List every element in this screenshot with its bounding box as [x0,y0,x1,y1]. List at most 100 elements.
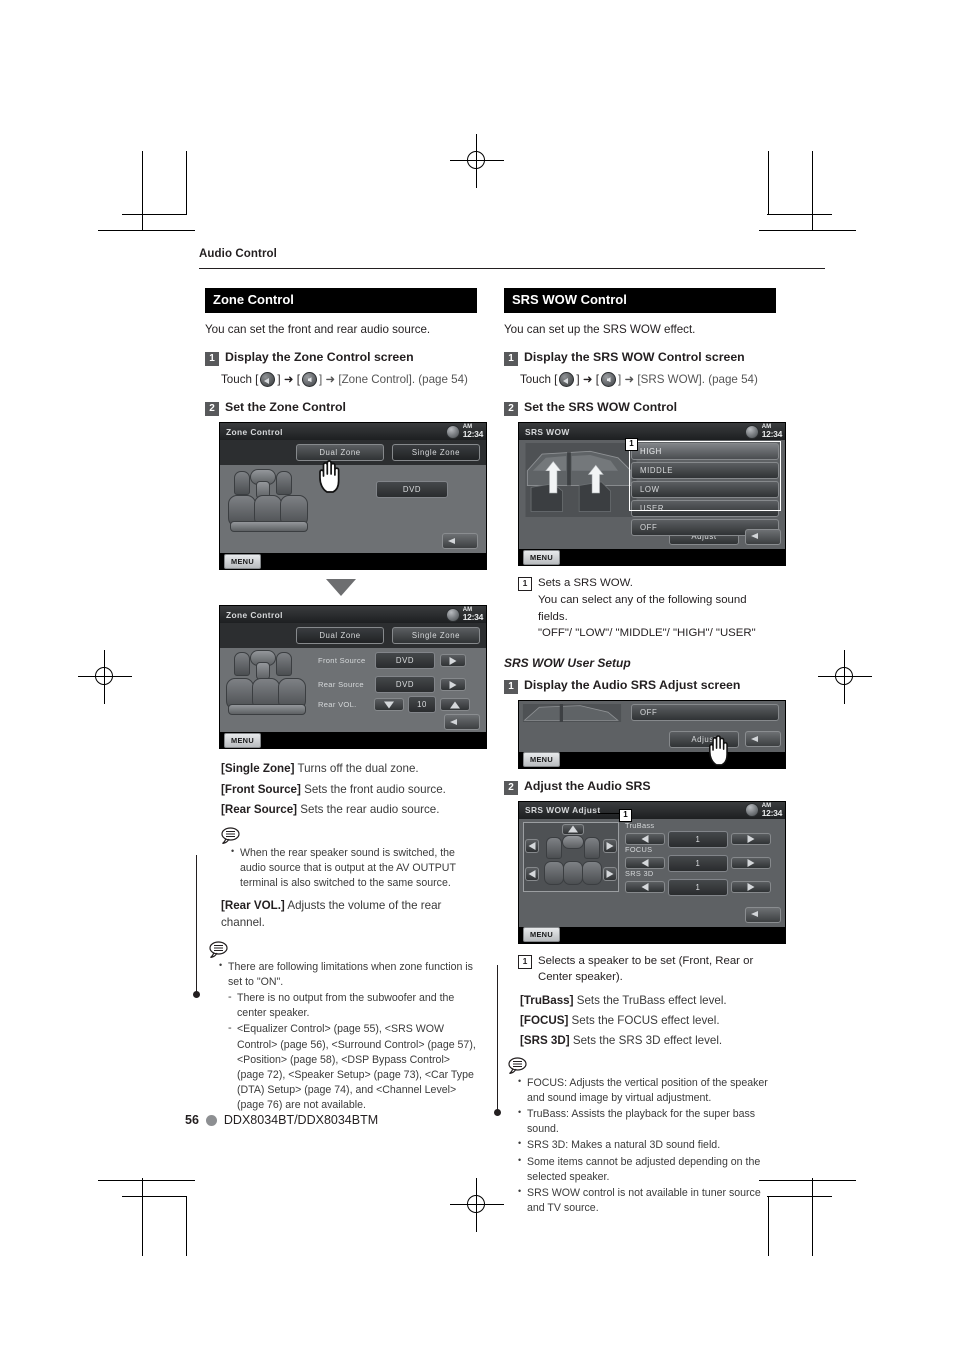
back-button[interactable] [745,906,781,923]
note-bubble-icon [209,941,228,958]
screen-title: Zone Control [226,609,283,620]
srs-level-list-highlight [629,441,781,512]
focus-decrease-button[interactable] [625,857,665,870]
note-subitem: There is no output from the subwoofer an… [228,990,477,1021]
definition-key: [Front Source] [221,782,301,796]
trubass-decrease-button[interactable] [625,833,665,846]
left-column-side-dot [192,991,200,998]
speaker-front-right-button[interactable] [603,838,617,853]
clock-time: 12:34 [761,429,783,440]
front-source-next-button[interactable] [440,654,466,668]
touch-prefix: Touch [ [221,373,259,387]
note-subitem: <Equalizer Control> (page 55), <SRS WOW … [228,1021,477,1113]
definition-key: [Rear Source] [221,803,298,817]
trubass-increase-button[interactable] [731,833,771,846]
screen-body: 1 TruBass 1 FOCUS 1 SRS 3D 1 [519,808,785,905]
note-item: TruBass: Assists the playback for the su… [518,1106,776,1137]
back-button[interactable] [444,714,480,731]
zone-control-screen-dual: Zone Control AM 12:34 Dual Zone Single Z… [219,422,487,571]
screen-title: Zone Control [226,426,283,437]
definition-desc: Sets the FOCUS effect level. [571,1014,720,1028]
back-button[interactable] [745,528,781,545]
clock: AM 12:34 [462,607,484,623]
definition-trubass: [TruBass] Sets the TruBass effect level. [520,992,776,1009]
menu-button[interactable]: MENU [523,549,560,565]
pointing-hand-cursor [319,460,340,494]
srs-wow-adjust-screen: SRS WOW Adjust AM 12:34 1 TruBass 1 FOCU… [518,800,786,944]
screen-body: DVD [220,460,486,554]
zone-control-intro: You can set the front and rear audio sou… [205,323,431,337]
back-button[interactable] [442,533,478,550]
sound-setup-icon [601,372,616,388]
note-item: Some items cannot be adjusted depending … [518,1154,776,1185]
focus-increase-button[interactable] [731,857,771,870]
note-item: SRS 3D: Makes a natural 3D sound field. [518,1137,776,1153]
sound-setup-icon [302,372,317,388]
trubass-label: TruBass [625,820,655,830]
speaker-up-button[interactable] [562,823,584,835]
header-rule [199,268,825,270]
dual-zone-button[interactable]: Dual Zone [296,627,384,645]
menu-button[interactable]: MENU [224,553,261,569]
srs-step-1: 1 Display the SRS WOW Control screen [504,350,776,367]
speaker-selector-pad[interactable] [523,821,619,892]
car-interior-illustration [525,443,637,518]
srs-level-off[interactable]: OFF [631,703,779,721]
step-number: 2 [504,402,518,417]
single-zone-button[interactable]: Single Zone [392,444,480,462]
screen-status: AM 12:34 [744,424,783,440]
globe-icon [445,607,460,622]
screen-status: AM 12:34 [445,424,484,439]
menu-button[interactable]: MENU [523,927,560,943]
clock: AM 12:34 [463,424,484,439]
rear-source-next-button[interactable] [440,678,466,692]
srs3d-increase-button[interactable] [731,881,771,894]
note-item: FOCUS: Adjusts the vertical position of … [518,1075,776,1106]
srs-step-3: 1 Display the Audio SRS Adjust screen [504,678,776,694]
clock-time: 12:34 [462,612,484,623]
step-text: Set the SRS WOW Control [524,400,678,415]
back-button[interactable] [745,731,781,748]
srs-callout-2: 1 Selects a speaker to be set (Front, Re… [518,953,776,986]
definition-focus: [FOCUS] Sets the FOCUS effect level. [520,1012,776,1029]
screen-body: OFF [519,700,785,729]
screen-bottombar: MENU [519,549,785,566]
right-column: SRS WOW Control You can set up the SRS W… [504,288,786,1218]
note-item: There are following limitations when zon… [219,959,477,990]
menu-button[interactable]: MENU [224,732,261,748]
definition-srs3d: [SRS 3D] Sets the SRS 3D effect level. [520,1032,776,1049]
step-number: 1 [205,352,219,367]
zone-step-1: 1 Display the Zone Control screen [205,350,477,367]
step-number: 1 [504,679,518,694]
rear-vol-value: 10 [408,696,436,714]
seats-illustration [226,469,326,537]
srs3d-decrease-button[interactable] [625,881,665,894]
menu-button[interactable]: MENU [523,752,560,768]
speaker-rear-left-button[interactable] [525,866,539,881]
callout-number: 1 [518,954,532,969]
zone-step-2: 2 Set the Zone Control [205,400,477,417]
definition-key: [TruBass] [520,993,574,1007]
touch-mid2: ] ➜ [SRS WOW]. (page 54) [618,373,758,387]
page-footer: 56 DDX8034BT/DDX8034BTM [185,1113,378,1127]
running-head: Audio Control [199,248,277,260]
right-column-side-rule [497,965,499,1113]
screen-title: SRS WOW Adjust [525,805,601,816]
single-zone-button[interactable]: Single Zone [392,627,480,645]
pointing-hand-cursor [708,734,728,766]
touch-mid1: ] ➜ [ [277,373,300,387]
callout-tag-1: 1 [619,808,632,822]
srs-wow-user-setup-subhead: SRS WOW User Setup [504,655,631,670]
touch-mid2: ] ➜ [Zone Control]. (page 54) [319,373,468,387]
touch-mid1: ] ➜ [ [576,373,599,387]
definition-key: [Rear VOL.] [221,899,285,913]
note-block-3: FOCUS: Adjusts the vertical position of … [508,1057,776,1216]
srs3d-value: 1 [668,878,728,896]
speaker-rear-right-button[interactable] [603,866,617,881]
screen-titlebar: Zone Control AM 12:34 [220,423,486,441]
speaker-front-left-button[interactable] [525,838,539,853]
definition-desc: Sets the rear audio source. [300,803,440,817]
definition-key: [SRS 3D] [520,1034,570,1048]
rear-vol-down-button[interactable] [374,698,404,712]
rear-vol-up-button[interactable] [440,698,470,712]
